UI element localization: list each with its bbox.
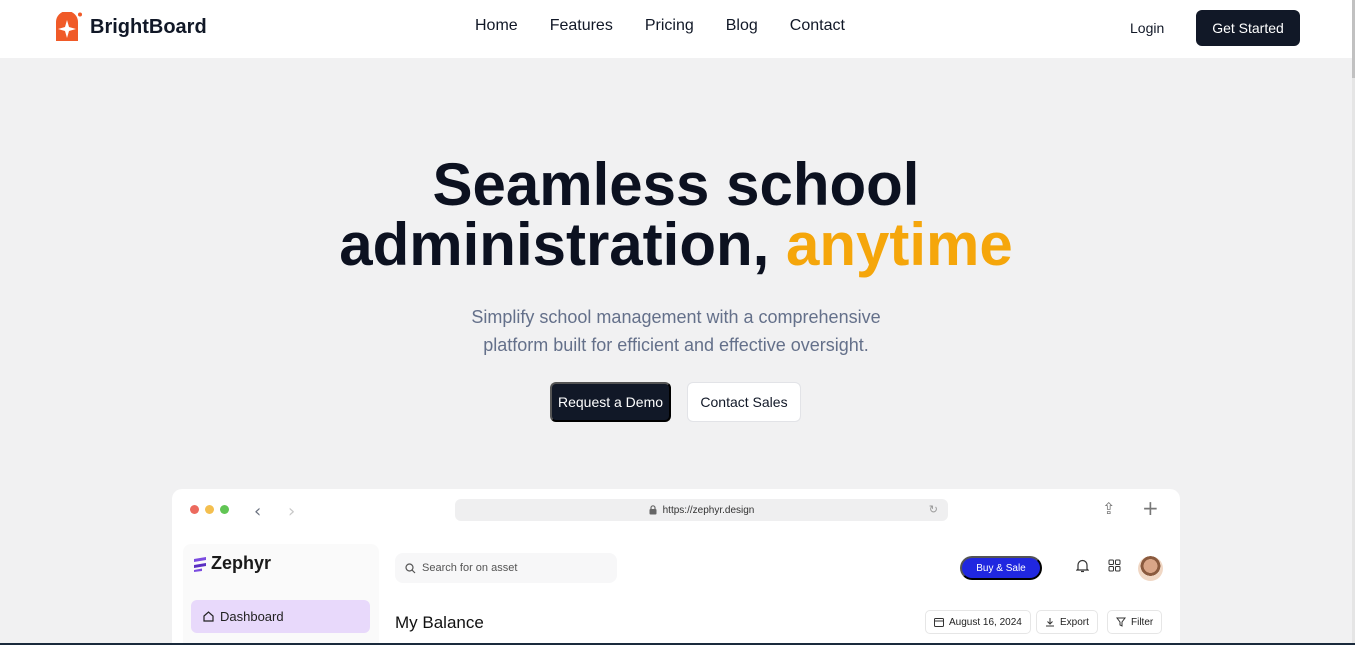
search-placeholder: Search for on asset (422, 562, 518, 574)
sidebar-item-dashboard[interactable]: Dashboard (191, 600, 370, 633)
download-icon (1046, 618, 1054, 627)
window-controls (190, 505, 229, 514)
reload-icon: ↻ (928, 504, 938, 516)
hero-subtitle: Simplify school management with a compre… (471, 307, 881, 355)
chevron-left-icon: ‹ (254, 501, 262, 522)
page-title: My Balance (395, 613, 484, 632)
share-icon: ⇪ (1102, 499, 1116, 518)
product-mockup: ‹ › https://zephyr.design ↻ ⇪ + Zephyr D… (172, 489, 1180, 645)
filter-button[interactable]: Filter (1107, 610, 1163, 634)
filter-icon (1116, 617, 1126, 627)
grid-icon[interactable] (1108, 559, 1121, 576)
asset-search-input[interactable]: Search for on asset (395, 553, 617, 583)
hero-title-line1: Seamless school (432, 151, 920, 218)
nav-link-features[interactable]: Features (550, 17, 613, 35)
zephyr-brand: Zephyr (193, 553, 271, 574)
url-bar: https://zephyr.design ↻ (455, 499, 948, 521)
bell-icon[interactable] (1075, 559, 1090, 577)
buy-sale-button[interactable]: Buy & Sale (960, 556, 1042, 580)
filter-label: Filter (1131, 616, 1154, 628)
lock-icon (649, 505, 657, 515)
export-label: Export (1060, 616, 1089, 628)
hero-title-line2: administration, (339, 211, 770, 278)
nav-link-blog[interactable]: Blog (726, 17, 758, 35)
calendar-icon (934, 618, 944, 627)
new-tab-plus-icon: + (1142, 496, 1159, 520)
get-started-button[interactable]: Get Started (1196, 10, 1300, 46)
close-dot-icon (190, 505, 199, 514)
mockup-sidebar: Zephyr Dashboard (183, 544, 379, 645)
login-link[interactable]: Login (1130, 20, 1164, 36)
hero-title: Seamless school administration, anytime (0, 155, 1352, 275)
nav-link-pricing[interactable]: Pricing (645, 17, 694, 35)
date-label: August 16, 2024 (949, 616, 1022, 628)
zephyr-logo-icon (194, 556, 206, 572)
home-icon (203, 611, 214, 622)
maximize-dot-icon (220, 505, 229, 514)
search-icon (405, 562, 416, 573)
brand-name: BrightBoard (90, 16, 207, 38)
zephyr-name: Zephyr (211, 553, 272, 573)
spark-logo-icon (52, 11, 82, 43)
avatar[interactable] (1138, 556, 1163, 581)
brand[interactable]: BrightBoard (52, 11, 207, 43)
nav-link-home[interactable]: Home (475, 17, 518, 35)
nav-link-contact[interactable]: Contact (790, 17, 845, 35)
request-demo-button[interactable]: Request a Demo (550, 382, 671, 422)
contact-sales-button[interactable]: Contact Sales (687, 382, 801, 422)
chevron-right-icon: › (288, 501, 296, 522)
navbar: BrightBoard Home Features Pricing Blog C… (0, 0, 1352, 58)
export-button[interactable]: Export (1036, 610, 1098, 634)
hero-title-accent: anytime (785, 211, 1013, 278)
main-nav: Home Features Pricing Blog Contact (475, 17, 845, 35)
date-picker-chip[interactable]: August 16, 2024 (925, 610, 1031, 634)
sidebar-item-label: Dashboard (220, 609, 284, 624)
url-text: https://zephyr.design (662, 504, 755, 516)
minimize-dot-icon (205, 505, 214, 514)
